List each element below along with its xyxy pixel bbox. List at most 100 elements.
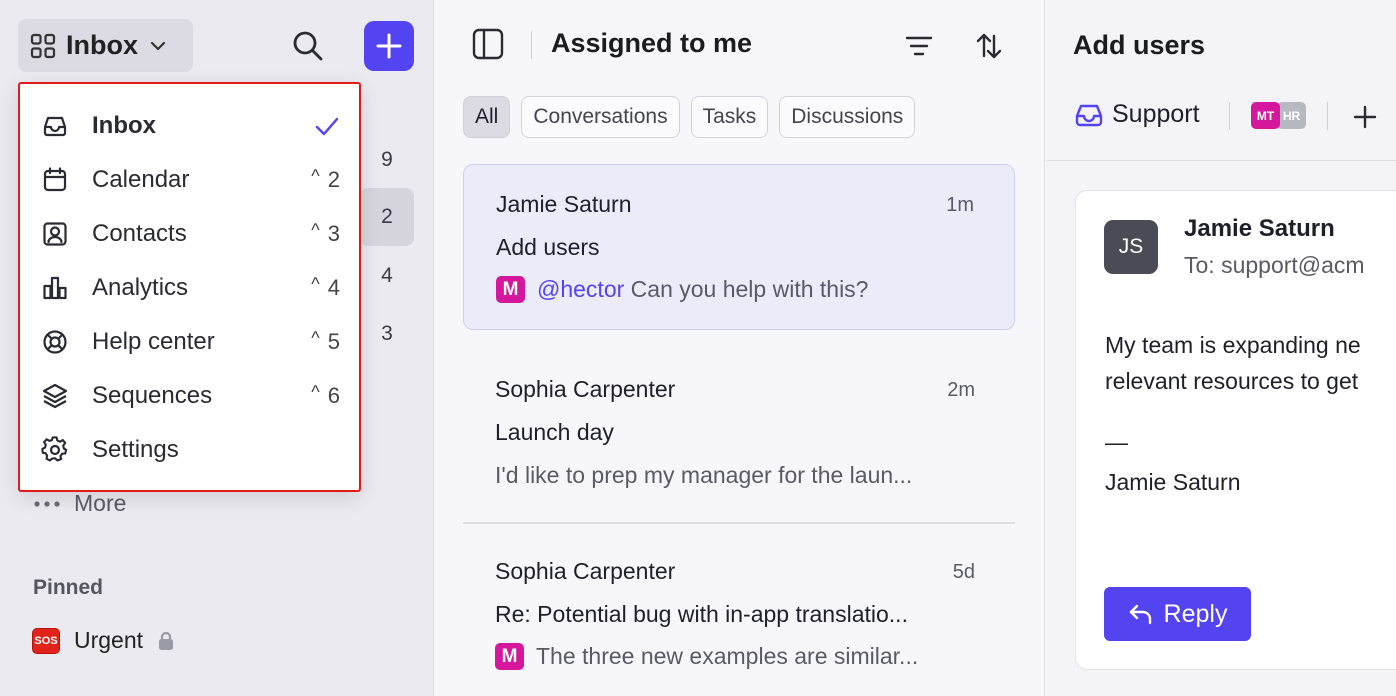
ellipsis-icon — [34, 500, 60, 507]
search-button[interactable] — [288, 26, 328, 66]
shortcut-hint: ^ 4 — [311, 273, 340, 301]
sos-icon: SOS — [32, 627, 60, 654]
reply-button[interactable]: Reply — [1104, 587, 1251, 641]
preview-text: I'd like to prep my manager for the laun… — [495, 462, 913, 488]
pinned-section-title: Pinned — [33, 576, 104, 599]
ctrl-caret: ^ — [311, 273, 320, 294]
pinned-item-label: Urgent — [74, 627, 144, 653]
more-label: More — [74, 490, 127, 516]
ctrl-caret: ^ — [311, 219, 320, 240]
conversation-title: Add users — [1073, 30, 1206, 60]
shortcut-key: 4 — [327, 275, 340, 300]
conversation-preview: I'd like to prep my manager for the laun… — [495, 462, 912, 489]
plus-icon — [376, 33, 402, 59]
shortcut-key: 3 — [327, 221, 340, 246]
divider — [1046, 160, 1396, 161]
menu-item-label: Inbox — [92, 112, 156, 139]
signature-dash: — — [1105, 429, 1128, 455]
menu-item-analytics[interactable]: Analytics ^ 4 — [40, 266, 340, 310]
nav-count: 9 — [381, 148, 393, 171]
nav-count: 2 — [381, 205, 393, 228]
lock-icon — [159, 631, 174, 650]
plus-icon — [1353, 105, 1377, 129]
divider — [531, 31, 532, 59]
pinned-item-urgent[interactable]: SOS Urgent — [32, 627, 175, 654]
workspace-label: Inbox — [66, 30, 138, 60]
conversation-subject: Launch day — [495, 419, 614, 445]
add-participant-button[interactable] — [1350, 102, 1380, 132]
sort-arrows-icon — [976, 33, 1002, 59]
conversation-time: 1m — [946, 194, 974, 216]
conversation-sender: Sophia Carpenter — [495, 376, 676, 402]
preview-text: The three new examples are similar... — [536, 643, 919, 669]
chevron-down-icon — [150, 41, 166, 50]
assignee-avatars[interactable]: MT HR — [1251, 102, 1306, 129]
sort-button[interactable] — [971, 28, 1007, 64]
conversation-item[interactable]: Sophia Carpenter 5d Re: Potential bug wi… — [463, 532, 1015, 696]
page-title: Assigned to me — [551, 28, 753, 58]
conversation-detail-pane: Add users Support MT HR JS Jamie Saturn … — [1046, 0, 1396, 696]
new-conversation-button[interactable] — [364, 21, 414, 71]
divider — [1327, 102, 1328, 130]
filter-button[interactable] — [901, 28, 937, 64]
nav-count: 4 — [381, 264, 393, 287]
menu-item-help-center[interactable]: Help center ^ 5 — [40, 320, 340, 364]
search-icon — [293, 31, 323, 61]
mention-link[interactable]: @hector — [537, 276, 624, 302]
inbox-tag-label: Support — [1112, 100, 1200, 128]
avatar: JS — [1104, 220, 1158, 274]
avatar: HR — [1277, 102, 1306, 129]
ctrl-caret: ^ — [311, 165, 320, 186]
conversation-subject: Re: Potential bug with in-app translatio… — [495, 601, 908, 627]
ctrl-caret: ^ — [311, 327, 320, 348]
menu-item-inbox[interactable]: Inbox — [40, 104, 340, 148]
menu-item-contacts[interactable]: Contacts ^ 3 — [40, 212, 340, 256]
more-button[interactable]: More — [34, 490, 126, 517]
shortcut-hint: ^ 3 — [311, 219, 340, 247]
inbox-icon — [1075, 104, 1103, 126]
shortcut-hint: ^ 6 — [311, 382, 340, 409]
filter-chip-discussions[interactable]: Discussions — [779, 96, 916, 138]
conversation-preview: M @hector Can you help with this? — [496, 276, 868, 303]
menu-item-calendar[interactable]: Calendar ^ 2 — [40, 158, 340, 202]
inbox-selector[interactable]: Support — [1074, 100, 1200, 129]
sidebar-panel-icon — [472, 28, 504, 60]
shortcut-hint: ^ 5 — [311, 327, 340, 355]
divider — [1229, 102, 1230, 130]
message-body: My team is expanding ne relevant resourc… — [1105, 327, 1361, 399]
conversation-time: 5d — [952, 561, 975, 583]
message-body-line: relevant resources to get — [1105, 368, 1359, 394]
nav-count-active[interactable]: 2 — [360, 188, 414, 246]
workspace-switcher[interactable]: Inbox — [18, 19, 193, 72]
conversation-item[interactable]: Jamie Saturn 1m Add users M @hector Can … — [463, 164, 1015, 330]
layers-icon — [40, 381, 70, 411]
conversation-item[interactable]: Sophia Carpenter 2m Launch day I'd like … — [463, 350, 1015, 510]
grid-icon — [30, 33, 56, 58]
menu-item-label: Sequences — [92, 382, 213, 409]
contacts-icon — [40, 219, 70, 249]
toggle-sidebar-button[interactable] — [471, 27, 505, 61]
filter-chip-all[interactable]: All — [463, 96, 511, 138]
menu-item-sequences[interactable]: Sequences ^ 6 — [40, 374, 340, 418]
message-recipient: To: support@acm — [1184, 252, 1365, 278]
preview-text: Can you help with this? — [630, 276, 869, 302]
shortcut-key: 5 — [327, 329, 340, 354]
menu-item-label: Calendar — [92, 166, 190, 193]
menu-item-label: Analytics — [92, 274, 189, 301]
lifebuoy-icon — [40, 327, 70, 357]
conversation-sender: Sophia Carpenter — [495, 558, 676, 584]
list-divider — [463, 522, 1015, 524]
sidebar: Inbox 9 2 4 3 More Pinned SOS Urgent Inb… — [0, 0, 434, 696]
menu-item-settings[interactable]: Settings — [40, 428, 340, 472]
menu-item-label: Settings — [92, 436, 179, 463]
signature-name: Jamie Saturn — [1105, 469, 1241, 495]
gear-icon — [40, 435, 70, 465]
conversation-subject: Add users — [496, 234, 600, 260]
conversation-list-pane: Assigned to me All Conversations Tasks D… — [435, 0, 1045, 696]
shortcut-hint: ^ 2 — [311, 165, 340, 193]
message-card: JS Jamie Saturn To: support@acm My team … — [1075, 190, 1396, 670]
check-icon — [314, 115, 340, 137]
conversation-sender: Jamie Saturn — [496, 191, 632, 217]
filter-chip-tasks[interactable]: Tasks — [690, 96, 769, 138]
filter-chip-conversations[interactable]: Conversations — [521, 96, 680, 138]
